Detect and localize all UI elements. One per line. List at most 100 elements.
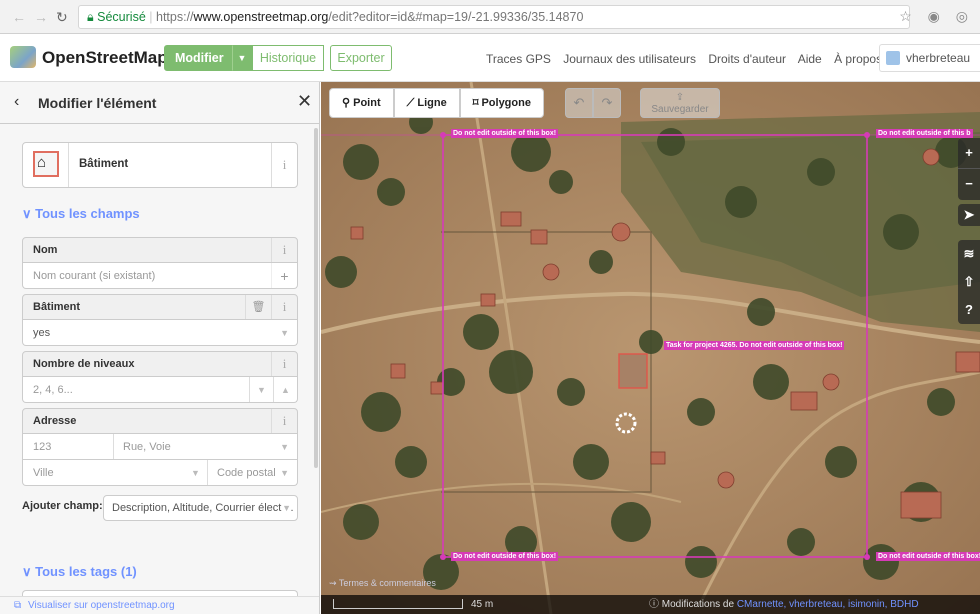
field-adresse-label: Adresse i — [22, 408, 298, 434]
terms-link[interactable]: ⇝ Termes & commentaires — [329, 578, 436, 589]
address-city-input[interactable]: Ville — [33, 467, 54, 479]
layers-icon[interactable]: ≋ — [958, 240, 980, 268]
osm-brand[interactable]: OpenStreetMap — [42, 48, 168, 68]
osm-logo-icon[interactable] — [10, 46, 36, 68]
info-icon[interactable]: i — [271, 295, 297, 319]
add-field-label: Ajouter champ: — [22, 500, 103, 512]
map-data-icon[interactable]: ⇧ — [958, 268, 980, 296]
view-on-osm-link[interactable]: Visualiser sur openstreetmap.org — [28, 600, 175, 611]
satellite-imagery — [321, 82, 980, 614]
address-number-input[interactable]: 123 — [33, 441, 51, 453]
username: vherbreteau — [906, 51, 971, 65]
polygon-icon: ⌑ — [472, 97, 479, 109]
back-chevron-icon[interactable]: ‹ — [14, 93, 19, 111]
box-warning-label: Do not edit outside of this box! — [876, 552, 980, 561]
map-footer: 45 m ⓘ Modifications de CMarnette, vherb… — [321, 595, 980, 614]
preset-icon: ⌂ — [23, 143, 69, 187]
info-icon[interactable]: i — [271, 238, 297, 262]
avatar — [886, 51, 900, 65]
link-aide[interactable]: Aide — [798, 52, 822, 66]
box-warning-label: Do not edit outside of this box! — [451, 552, 559, 561]
add-area-button[interactable]: ⌑ Polygone — [459, 88, 544, 118]
forward-arrow-icon[interactable]: → — [34, 9, 48, 25]
add-point-button[interactable]: ⚲ Point — [329, 88, 394, 118]
task-label: Task for project 4265. Do not edit outsi… — [664, 341, 845, 350]
undo-button[interactable]: ↶ — [565, 88, 593, 118]
user-menu[interactable]: vherbreteau — [879, 44, 980, 72]
field-adresse-row1: 123 Rue, Voie ▼ — [22, 434, 298, 460]
zoom-in-icon[interactable]: + — [958, 138, 980, 168]
draw-toolbar: ⚲ Point ⟋ Ligne ⌑ Polygone — [329, 88, 544, 118]
browser-toolbar: ← → ↻ 🔒︎ Sécurisé | https://www.openstre… — [0, 0, 980, 34]
plus-icon[interactable]: + — [271, 263, 297, 288]
caret-down-icon: ▼ — [280, 328, 289, 338]
link-droits[interactable]: Droits d'auteur — [708, 52, 786, 66]
field-nom-input[interactable]: Nom courant (si existant) + — [22, 263, 298, 289]
exporter-button[interactable]: Exporter — [330, 45, 392, 71]
field-batiment-input[interactable]: yes ▼ — [22, 320, 298, 346]
increment-icon[interactable]: ▲ — [281, 377, 290, 403]
box-warning-label: Do not edit outside of this b — [876, 129, 973, 138]
chevron-down-icon: ▼ — [237, 53, 247, 63]
panel-title: Modifier l'élément — [38, 95, 157, 111]
caret-down-icon: ▼ — [280, 468, 289, 478]
panel-scrollbar[interactable] — [314, 128, 318, 468]
external-link-icon: ⧉ — [14, 600, 22, 611]
scale-label: 45 m — [471, 599, 494, 610]
upload-icon: ⇪ — [675, 92, 685, 103]
map-pin-icon: ⚲ — [342, 97, 351, 109]
help-icon[interactable]: ? — [958, 296, 980, 324]
box-warning-label: Do not edit outside of this box! — [451, 129, 559, 138]
info-icon[interactable]: i — [271, 409, 297, 433]
modifier-button[interactable]: Modifier — [164, 45, 232, 71]
historique-button[interactable]: Historique — [252, 45, 324, 71]
add-line-button[interactable]: ⟋ Ligne — [393, 88, 460, 118]
modifier-dropdown-button[interactable]: ▼ — [232, 45, 252, 71]
url-host: www.openstreetmap.org — [193, 10, 329, 24]
close-icon[interactable]: ✕ — [297, 91, 312, 112]
speech-icon: ⇝ — [329, 578, 337, 588]
url-scheme: https:// — [156, 10, 194, 24]
zoom-out-icon[interactable]: − — [958, 168, 980, 198]
decrement-icon[interactable]: ▼ — [257, 377, 266, 403]
panel-footer: ⧉ Visualiser sur openstreetmap.org — [0, 596, 319, 614]
redo-button[interactable]: ↷ — [593, 88, 621, 118]
selected-building[interactable] — [618, 353, 648, 389]
caret-down-icon: ▼ — [280, 442, 289, 452]
trash-icon[interactable]: 🗑︎ — [245, 295, 271, 319]
back-arrow-icon[interactable]: ← — [12, 9, 26, 25]
field-batiment-label: Bâtiment 🗑︎ i — [22, 294, 298, 320]
map-canvas[interactable]: Do not edit outside of this box! Do not … — [321, 82, 980, 614]
undo-icon: ↶ — [573, 95, 585, 110]
preset-name: Bâtiment — [79, 158, 129, 170]
link-journaux[interactable]: Journaux des utilisateurs — [563, 52, 696, 66]
field-niveaux-input[interactable]: 2, 4, 6... ▼ ▲ — [22, 377, 298, 403]
info-icon[interactable]: i — [271, 143, 297, 187]
inspector-panel: ‹ Modifier l'élément ✕ ⌂ Bâtiment i ∨ To… — [0, 82, 320, 614]
header-links: Traces GPS Journaux des utilisateurs Dro… — [486, 52, 891, 66]
browser-extension-icons[interactable]: ☆ ◉ ◎ — [899, 8, 974, 25]
reload-icon[interactable]: ↻ — [56, 9, 68, 26]
osm-header: OpenStreetMap Modifier ▼ Historique Expo… — [0, 34, 980, 82]
section-all-fields[interactable]: ∨ Tous les champs — [22, 206, 140, 222]
house-icon: ⌂ — [37, 154, 47, 171]
section-all-tags[interactable]: ∨ Tous les tags (1) — [22, 564, 137, 580]
preset-selector[interactable]: ⌂ Bâtiment i — [22, 142, 298, 188]
geolocate-icon[interactable]: ➤ — [958, 204, 980, 226]
scale-bar[interactable] — [333, 599, 463, 609]
info-icon[interactable]: i — [271, 352, 297, 376]
add-field-combo[interactable]: Description, Altitude, Courrier électr..… — [103, 495, 298, 521]
chevron-down-icon: ∨ — [22, 564, 32, 579]
link-a-propos[interactable]: À propos — [834, 52, 882, 66]
line-icon: ⟋ — [406, 97, 415, 109]
caret-down-icon: ▼ — [282, 496, 291, 520]
address-bar[interactable]: 🔒︎ Sécurisé | https://www.openstreetmap.… — [78, 5, 910, 29]
zoom-controls: + − — [958, 138, 980, 200]
map-panel-controls: ≋ ⇧ ? — [958, 240, 980, 324]
security-label: Sécurisé — [97, 10, 146, 24]
save-button[interactable]: ⇪ Sauvegarder — [640, 88, 720, 118]
address-street-input[interactable]: Rue, Voie — [123, 434, 171, 460]
address-postcode-input[interactable]: Code postal — [217, 460, 276, 486]
contributors-links[interactable]: CMarnette, vherbreteau, isimonin, BDHD — [737, 599, 919, 610]
link-traces-gps[interactable]: Traces GPS — [486, 52, 551, 66]
